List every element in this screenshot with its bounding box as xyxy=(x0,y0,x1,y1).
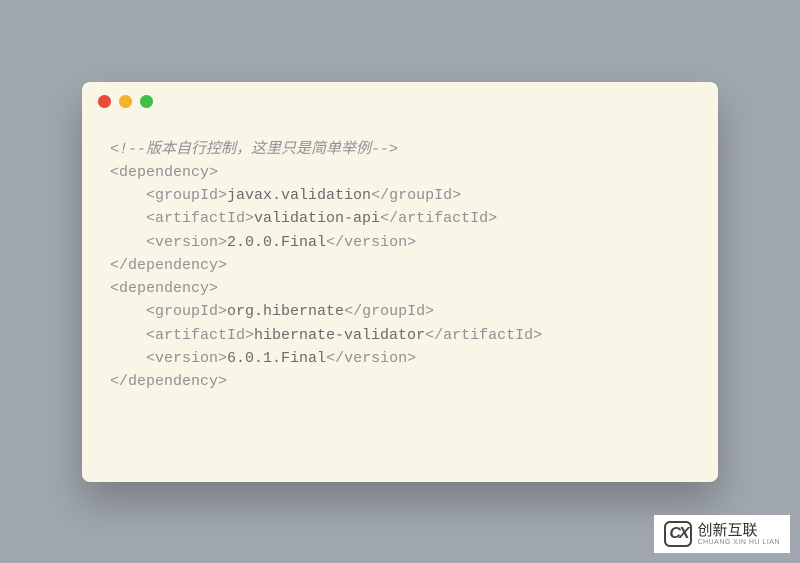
code-tag: </groupId> xyxy=(344,303,434,320)
code-tag: </version> xyxy=(326,234,416,251)
code-value: hibernate-validator xyxy=(254,327,425,344)
code-value: javax.validation xyxy=(227,187,371,204)
code-value: validation-api xyxy=(254,210,380,227)
code-tag: </artifactId> xyxy=(425,327,542,344)
code-value: org.hibernate xyxy=(227,303,344,320)
logo-sub-text: CHUANG XIN HU LIAN xyxy=(697,539,780,546)
code-tag: </groupId> xyxy=(371,187,461,204)
code-tag: <groupId> xyxy=(110,187,227,204)
code-tag: <groupId> xyxy=(110,303,227,320)
code-window: <!--版本自行控制，这里只是简单举例--> <dependency> <gro… xyxy=(82,82,718,482)
logo-icon-text: CX xyxy=(669,525,687,543)
code-value: 6.0.1.Final xyxy=(227,350,326,367)
code-tag: </dependency> xyxy=(110,257,227,274)
brand-logo: CX 创新互联 CHUANG XIN HU LIAN xyxy=(654,515,790,553)
code-tag: <dependency> xyxy=(110,164,218,181)
code-value: 2.0.0.Final xyxy=(227,234,326,251)
code-tag: </dependency> xyxy=(110,373,227,390)
code-tag: <artifactId> xyxy=(110,327,254,344)
logo-icon: CX xyxy=(664,521,692,547)
maximize-icon[interactable] xyxy=(140,95,153,108)
code-tag: <dependency> xyxy=(110,280,218,297)
code-tag: <artifactId> xyxy=(110,210,254,227)
code-tag: <version> xyxy=(110,234,227,251)
code-tag: <version> xyxy=(110,350,227,367)
minimize-icon[interactable] xyxy=(119,95,132,108)
window-titlebar xyxy=(82,82,718,122)
code-tag: </artifactId> xyxy=(380,210,497,227)
close-icon[interactable] xyxy=(98,95,111,108)
logo-main-text: 创新互联 xyxy=(697,523,780,538)
code-comment: <!--版本自行控制，这里只是简单举例--> xyxy=(110,141,398,158)
code-tag: </version> xyxy=(326,350,416,367)
logo-text: 创新互联 CHUANG XIN HU LIAN xyxy=(697,523,780,546)
code-content: <!--版本自行控制，这里只是简单举例--> <dependency> <gro… xyxy=(82,122,718,410)
